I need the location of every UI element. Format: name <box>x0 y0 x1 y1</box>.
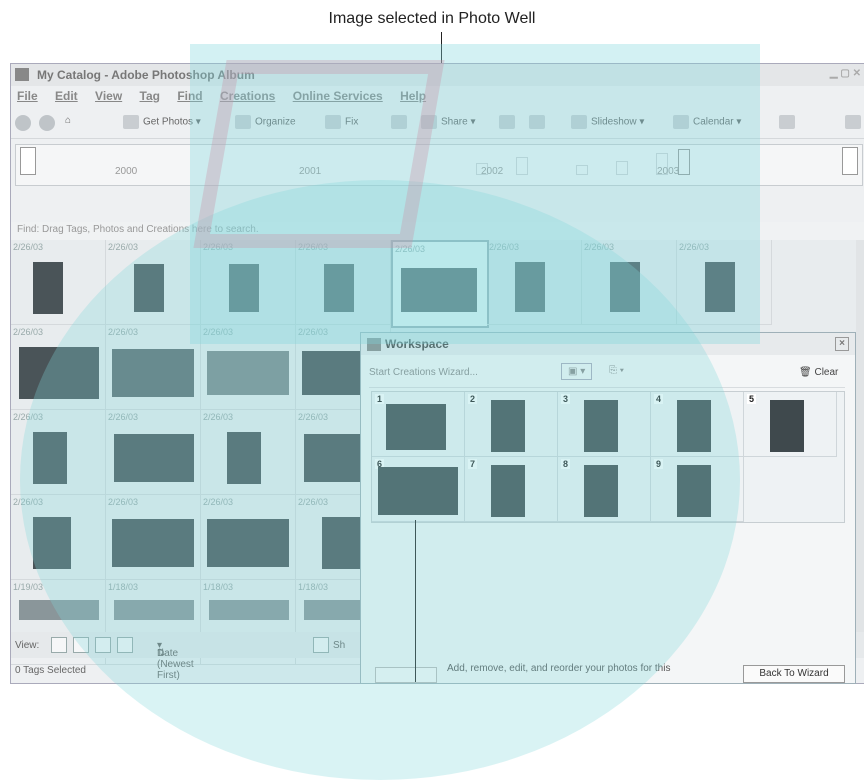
photo-well-scrollbar[interactable] <box>856 240 864 632</box>
app-icon <box>15 68 29 81</box>
back-to-wizard-button[interactable]: Back To Wizard <box>743 665 845 683</box>
side-panel-icon[interactable] <box>845 115 864 129</box>
menu-edit[interactable]: Edit <box>55 89 78 103</box>
timeline-right-handle[interactable] <box>842 147 858 175</box>
workspace-item[interactable]: 5 <box>744 392 837 457</box>
timeline-left-handle[interactable] <box>20 147 36 175</box>
trash-icon: 🗑 <box>799 367 815 378</box>
callout-photo-well: Image selected in Photo Well <box>328 10 536 27</box>
timeline-year-2000: 2000 <box>115 166 138 177</box>
menu-tag[interactable]: Tag <box>140 89 160 103</box>
clear-button[interactable]: 🗑 Clear <box>799 367 838 378</box>
extra-tool-icon[interactable] <box>779 115 799 129</box>
home-icon[interactable]: ⌂ <box>65 115 71 126</box>
back-icon[interactable] <box>15 115 31 134</box>
view-label: View: <box>15 640 40 651</box>
watermark-overlay <box>20 180 740 780</box>
window-controls[interactable]: ▁ ▢ ✕ <box>830 68 861 79</box>
tags-selected-status: 0 Tags Selected <box>15 665 86 676</box>
menu-file[interactable]: File <box>17 89 38 103</box>
camera-icon <box>123 115 139 129</box>
forward-icon[interactable] <box>39 115 55 134</box>
view-small-thumbs-button[interactable] <box>51 637 67 653</box>
close-icon[interactable]: × <box>835 337 849 351</box>
menu-view[interactable]: View <box>95 89 122 103</box>
watermark-book-shape <box>193 60 445 248</box>
